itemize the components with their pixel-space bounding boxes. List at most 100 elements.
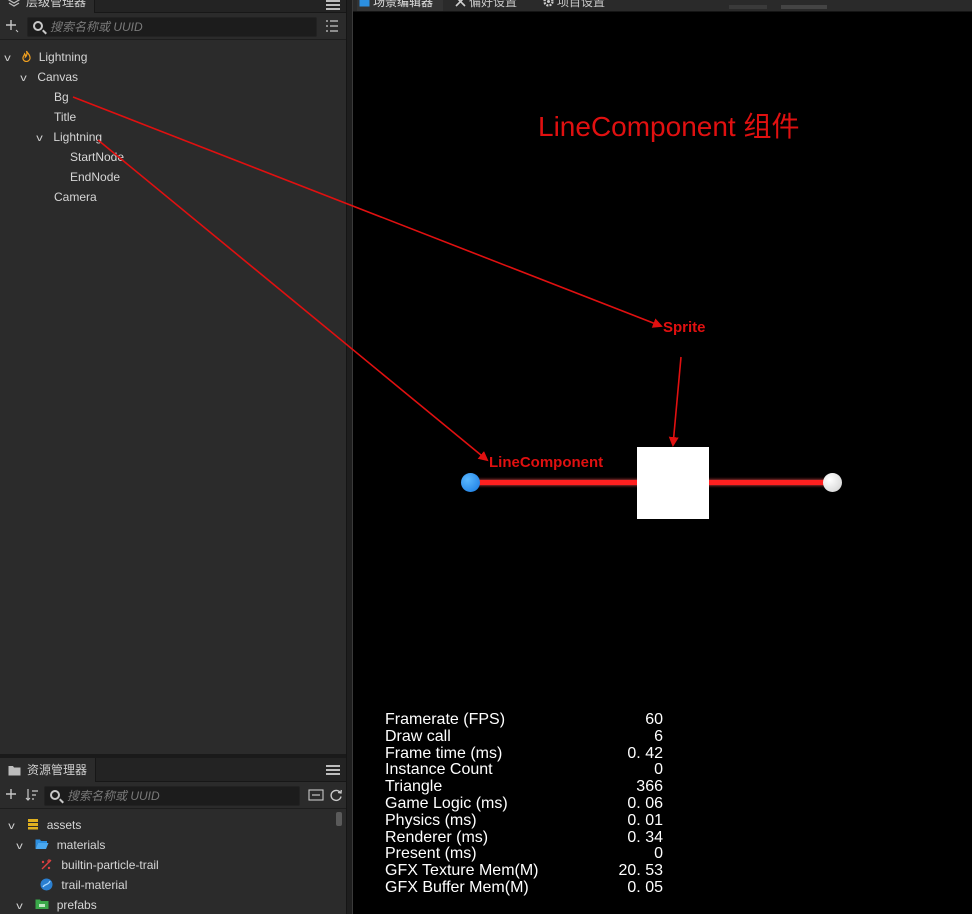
- tab-project-settings[interactable]: 项目设置: [541, 0, 621, 11]
- hierarchy-tab[interactable]: 层级管理器: [0, 0, 96, 13]
- stat-label: GFX Texture Mem(M): [385, 862, 539, 880]
- scene-viewport[interactable]: LineComponent 组件 Sprite LineComponent Fr…: [353, 12, 972, 914]
- sprite-square[interactable]: [637, 447, 709, 519]
- asset-item-builtin-particle-trail[interactable]: builtin-particle-trail: [40, 855, 159, 875]
- folder-open-icon: [35, 839, 49, 849]
- stat-label: Frame time (ms): [385, 744, 503, 762]
- assets-search-input[interactable]: 搜索名称或 UUID: [44, 786, 300, 806]
- chevron-down-icon[interactable]: v: [36, 129, 52, 149]
- tree-node-label: Bg: [54, 90, 69, 104]
- refresh-icon[interactable]: [328, 788, 344, 804]
- asset-item-prefabs[interactable]: v prefabs: [16, 895, 97, 914]
- stat-value: 0: [654, 761, 663, 779]
- tree-node-label: StartNode: [70, 150, 125, 164]
- collapse-all-icon[interactable]: [308, 788, 324, 804]
- list-options-icon[interactable]: [324, 19, 340, 35]
- start-node-handle[interactable]: [461, 473, 480, 492]
- database-icon: [28, 819, 39, 830]
- scene-tab-bar: 场景编辑器 偏好设置 项目设置: [353, 0, 972, 12]
- tab-label: 项目设置: [557, 0, 606, 9]
- asset-item-materials[interactable]: v materials: [16, 835, 106, 857]
- hierarchy-panel-header: 层级管理器: [0, 0, 346, 13]
- left-panels: 层级管理器 搜索名称或 UUID v Lightning v Canvas Bg…: [0, 0, 346, 914]
- stat-row: Framerate (FPS) 60: [385, 711, 663, 729]
- asset-item-assets[interactable]: v assets: [8, 815, 81, 837]
- stat-value: 0. 34: [627, 828, 663, 846]
- stat-value: 0. 42: [627, 744, 663, 762]
- tree-node-camera[interactable]: Camera: [54, 187, 97, 207]
- sprite-annotation-label: Sprite: [663, 319, 706, 336]
- line-component-annotation-label: LineComponent: [489, 454, 604, 471]
- stat-label: Triangle: [385, 778, 443, 796]
- sort-icon[interactable]: [24, 788, 40, 804]
- add-node-icon[interactable]: [4, 19, 20, 35]
- asset-item-label: builtin-particle-trail: [61, 858, 159, 872]
- chevron-down-icon[interactable]: v: [20, 69, 36, 89]
- stat-row: Renderer (ms) 0. 34: [385, 828, 663, 847]
- particle-icon: [41, 859, 52, 870]
- assets-panel-header: 资源管理器: [0, 758, 346, 782]
- stat-row: Draw call 6: [385, 727, 663, 746]
- tab-preferences[interactable]: 偏好设置: [453, 0, 529, 11]
- assets-toolbar: 搜索名称或 UUID: [0, 783, 346, 809]
- asset-item-label: prefabs: [56, 898, 97, 912]
- tab-label: 偏好设置: [469, 0, 518, 9]
- stat-value: 6: [654, 727, 663, 745]
- hierarchy-title: 层级管理器: [26, 0, 87, 9]
- hierarchy-menu-icon[interactable]: [326, 0, 340, 12]
- chevron-down-icon[interactable]: v: [4, 49, 20, 69]
- search-icon: [50, 790, 60, 800]
- stat-label: GFX Buffer Mem(M): [385, 878, 529, 896]
- stat-label: Draw call: [385, 727, 451, 745]
- hierarchy-toolbar: 搜索名称或 UUID: [0, 14, 346, 40]
- tree-node-endnode[interactable]: EndNode: [70, 167, 120, 187]
- end-node-handle[interactable]: [823, 473, 842, 492]
- material-icon: [40, 878, 53, 891]
- stat-row: GFX Texture Mem(M) 20. 53: [385, 862, 663, 880]
- assets-scrollbar[interactable]: [336, 812, 342, 826]
- stat-row: Game Logic (ms) 0. 06: [385, 794, 663, 813]
- chevron-down-icon[interactable]: v: [16, 897, 32, 914]
- tab-scene-editor[interactable]: 场景编辑器: [357, 0, 443, 11]
- stat-row: Frame time (ms) 0. 42: [385, 744, 663, 763]
- add-asset-icon[interactable]: [4, 788, 20, 804]
- tree-node-label: Canvas: [37, 70, 79, 84]
- stat-label: Physics (ms): [385, 811, 477, 829]
- asset-item-label: materials: [56, 838, 106, 852]
- chevron-down-icon[interactable]: v: [16, 837, 32, 857]
- tree-node-label: EndNode: [70, 170, 121, 184]
- folder-icon: [8, 765, 21, 775]
- stat-row: Instance Count 0: [385, 762, 663, 779]
- stat-value: 0. 06: [627, 794, 663, 812]
- scene-editor-icon: [359, 0, 370, 7]
- tree-node-lightning-root[interactable]: v Lightning: [4, 47, 88, 69]
- stat-label: Present (ms): [385, 845, 477, 863]
- asset-item-trail-material[interactable]: trail-material: [40, 875, 127, 895]
- hierarchy-search-placeholder: 搜索名称或 UUID: [50, 20, 143, 34]
- tree-node-bg[interactable]: Bg: [54, 87, 69, 107]
- scene-heading: LineComponent 组件: [538, 111, 800, 142]
- tree-node-label: Lightning: [38, 50, 88, 64]
- tree-node-canvas[interactable]: v Canvas: [20, 67, 79, 89]
- folder-icon: [35, 899, 49, 909]
- stat-row: Physics (ms) 0. 01: [385, 811, 663, 830]
- stat-row: GFX Buffer Mem(M) 0. 05: [385, 878, 663, 897]
- assets-tab[interactable]: 资源管理器: [0, 758, 97, 782]
- scene-fire-icon: [22, 50, 31, 63]
- tree-node-startnode[interactable]: StartNode: [70, 147, 124, 167]
- chevron-down-icon[interactable]: v: [8, 817, 24, 837]
- hierarchy-search-input[interactable]: 搜索名称或 UUID: [27, 17, 317, 37]
- stat-value: 0. 05: [627, 878, 663, 896]
- vertical-splitter[interactable]: [346, 0, 353, 914]
- tab-bar-control[interactable]: [781, 5, 827, 9]
- stat-label: Framerate (FPS): [385, 711, 506, 728]
- tree-node-lightning[interactable]: v Lightning: [36, 127, 102, 149]
- tree-node-label: Camera: [54, 190, 97, 204]
- tree-node-label: Title: [54, 110, 77, 124]
- tree-node-title[interactable]: Title: [54, 107, 76, 127]
- assets-menu-icon[interactable]: [326, 763, 340, 777]
- tools-icon: [455, 0, 466, 7]
- tab-bar-control[interactable]: [729, 5, 767, 9]
- stat-value: 0. 01: [627, 811, 663, 829]
- assets-search-placeholder: 搜索名称或 UUID: [67, 789, 160, 803]
